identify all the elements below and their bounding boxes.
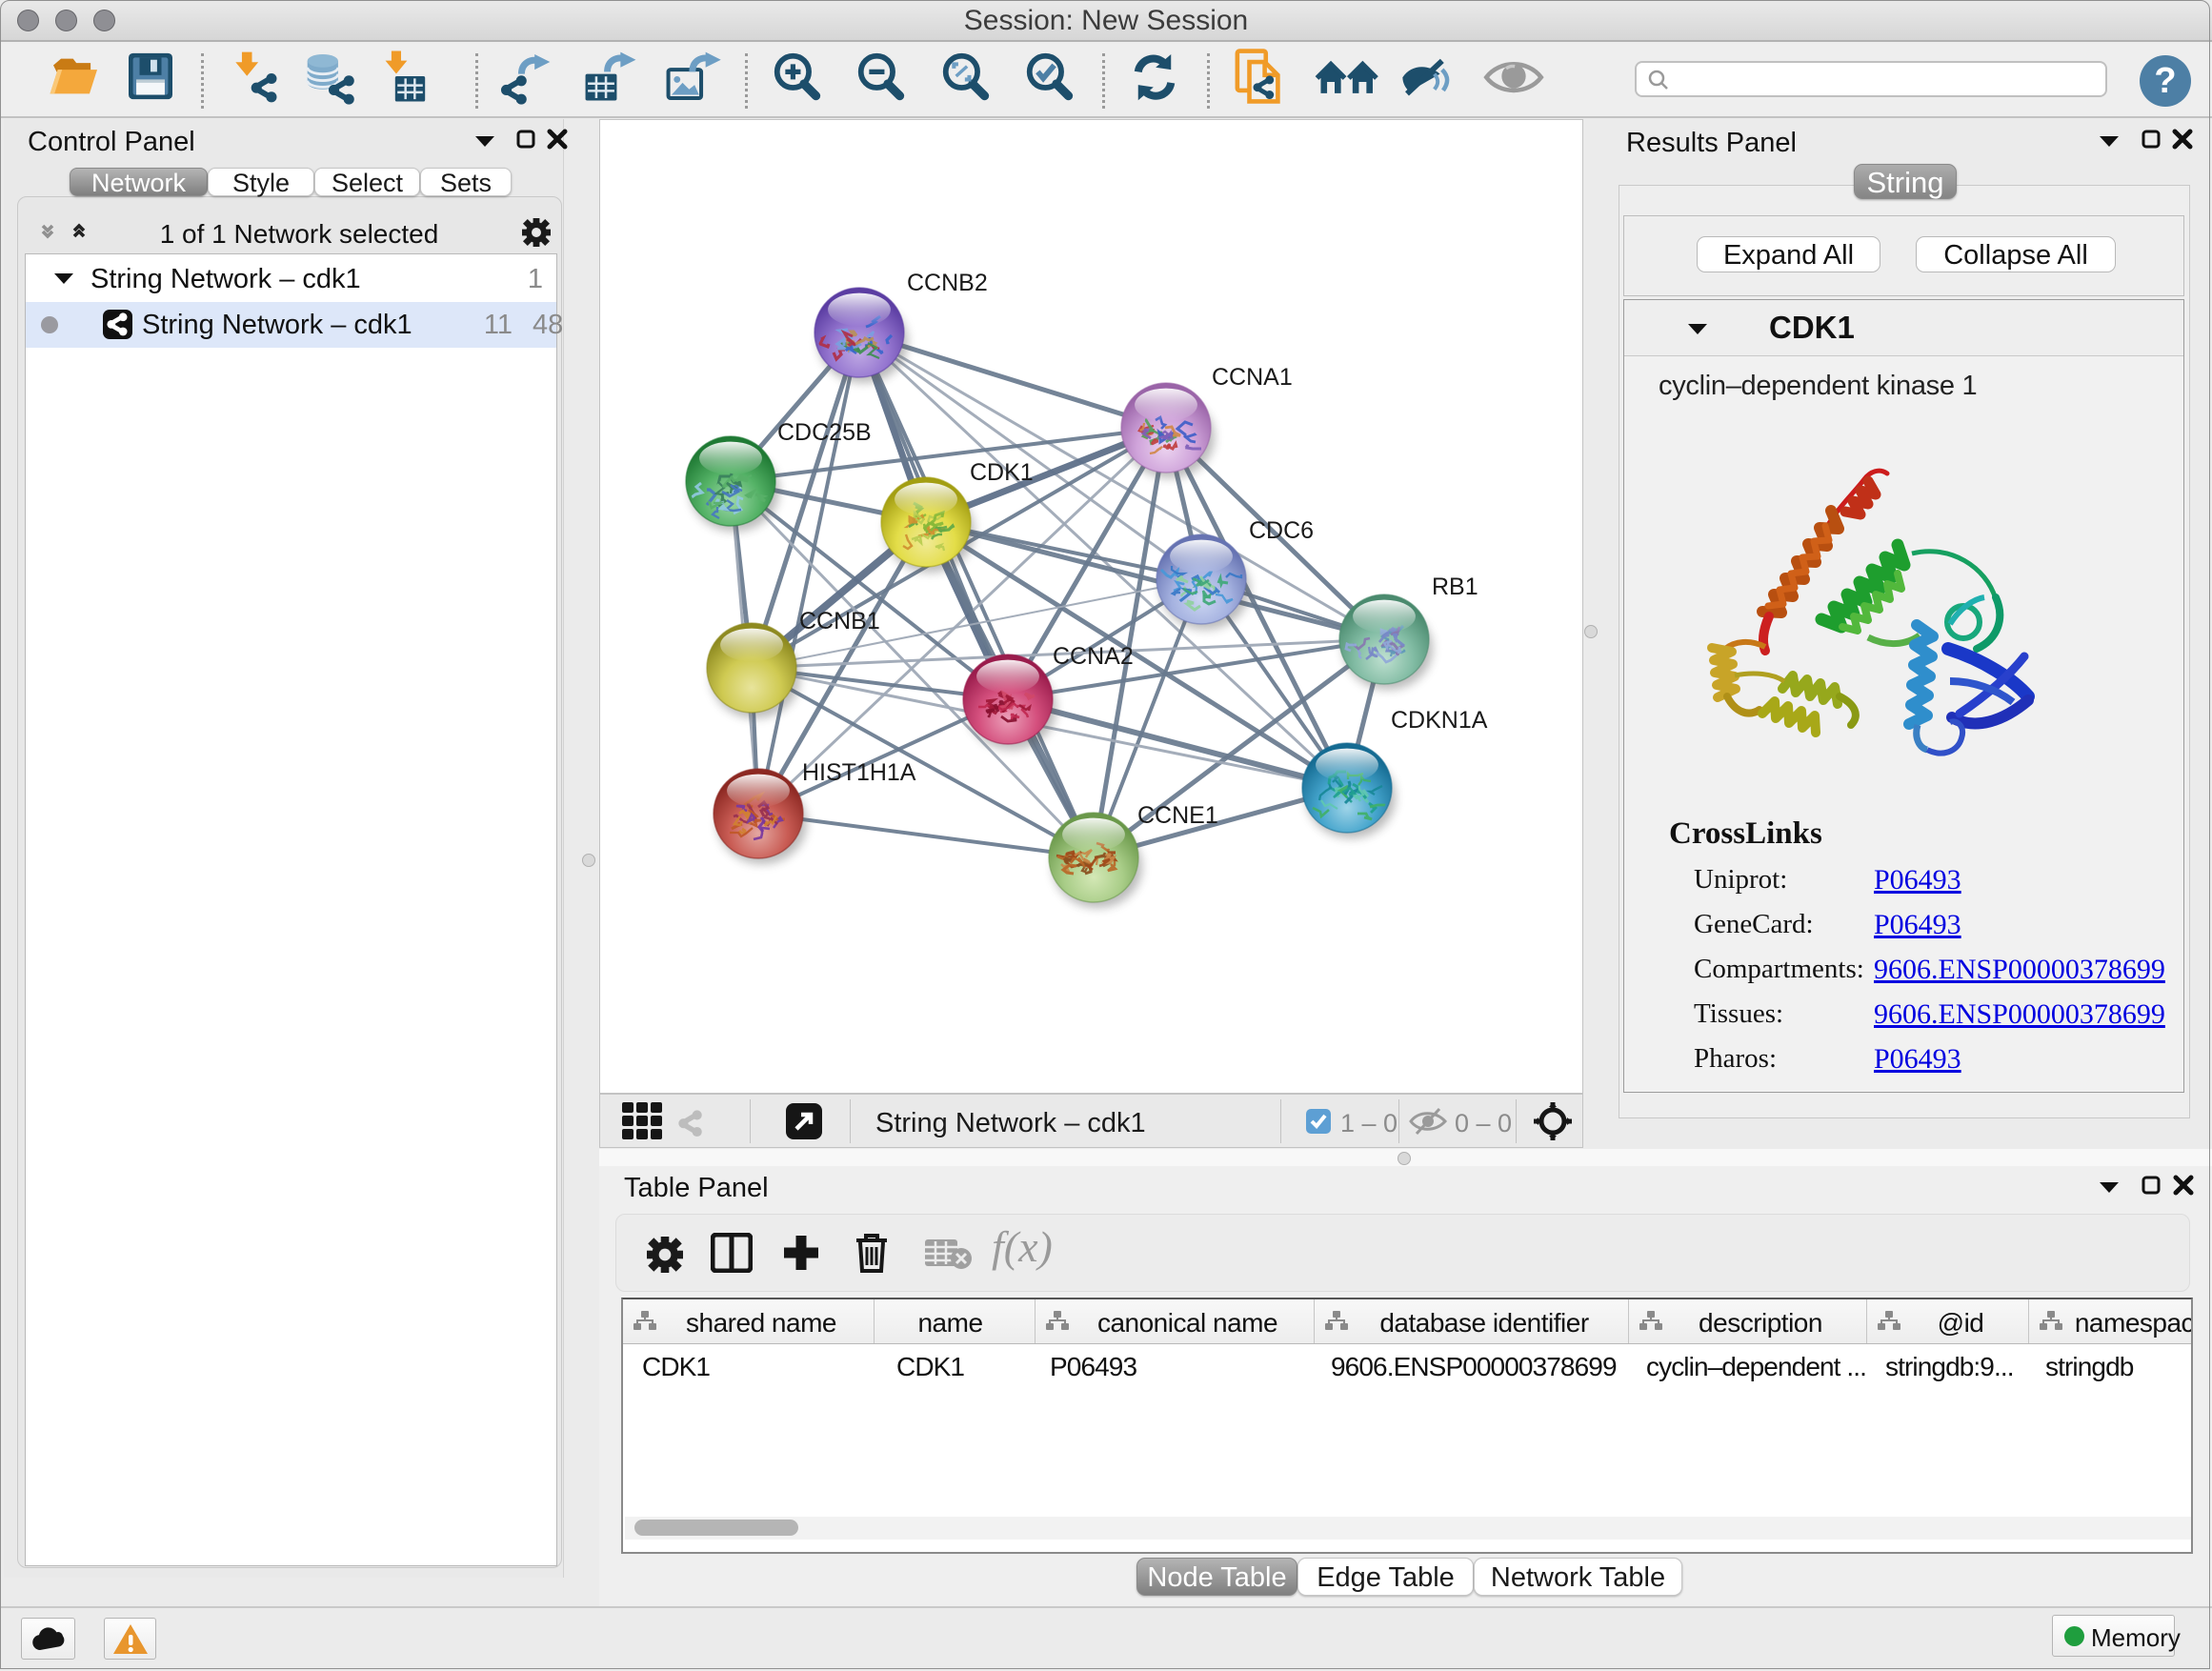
svg-text:CCNA1: CCNA1	[1212, 364, 1293, 391]
svg-text:CCNA2: CCNA2	[1053, 643, 1134, 670]
svg-text:CDK1: CDK1	[970, 459, 1034, 486]
svg-text:CDKN1A: CDKN1A	[1391, 707, 1488, 734]
svg-text:CDC6: CDC6	[1249, 517, 1314, 544]
svg-text:CCNB1: CCNB1	[799, 608, 880, 634]
svg-text:CCNE1: CCNE1	[1137, 802, 1218, 829]
svg-text:HIST1H1A: HIST1H1A	[802, 759, 916, 786]
svg-text:CCNB2: CCNB2	[907, 270, 988, 296]
svg-text:RB1: RB1	[1432, 574, 1478, 600]
svg-text:CDC25B: CDC25B	[777, 419, 872, 446]
